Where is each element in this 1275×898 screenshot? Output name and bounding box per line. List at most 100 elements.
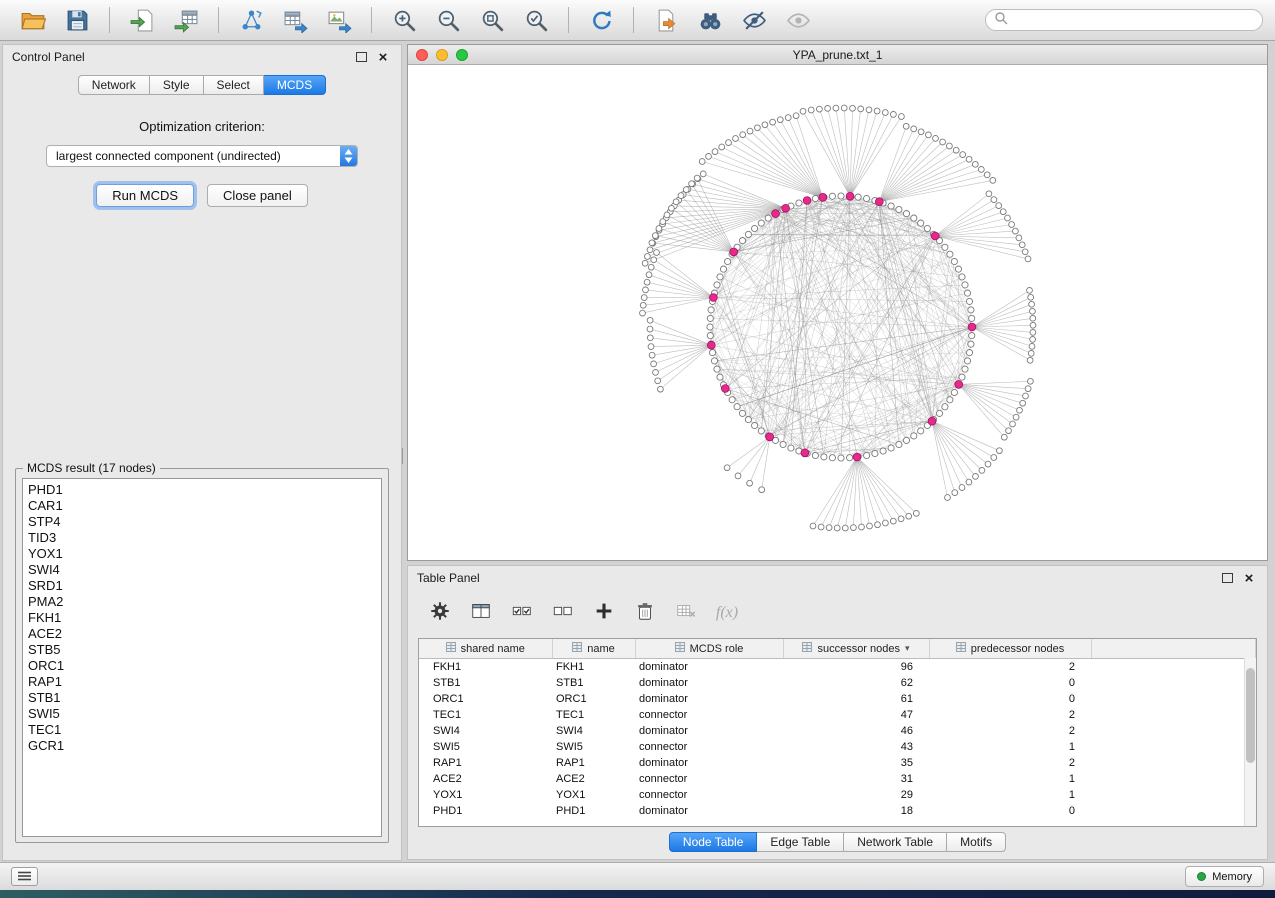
search-input[interactable] [1013,12,1254,28]
unchecked-boxes-icon [552,600,574,625]
table-header-row: shared namenameMCDS rolesuccessor nodes▾… [419,639,1256,659]
table-panel-tabs: Node TableEdge TableNetwork TableMotifs [408,832,1267,852]
export-image-button[interactable] [318,3,360,37]
node-table: shared namenameMCDS rolesuccessor nodes▾… [418,638,1257,827]
mcds-result-item[interactable]: GCR1 [23,738,381,754]
add-column-button[interactable] [590,599,618,627]
control-tab-network[interactable]: Network [78,75,150,95]
float-window-icon [356,52,367,62]
mcds-result-item[interactable]: RAP1 [23,674,381,690]
show-all-button[interactable] [777,3,819,37]
refresh-layout-button[interactable] [580,3,622,37]
table-tab-network-table[interactable]: Network Table [844,832,947,852]
delete-column-button[interactable] [631,599,659,627]
show-columns-button[interactable] [467,599,495,627]
zoom-in-button[interactable] [383,3,425,37]
select-all-button[interactable] [508,599,536,627]
zoom-fit-button[interactable] [471,3,513,37]
close-table-panel-button[interactable]: × [1240,570,1258,586]
criterion-dropdown[interactable]: largest connected component (undirected) [46,145,358,167]
criterion-dropdown-value: largest connected component (undirected) [47,149,340,163]
find-button[interactable] [689,3,731,37]
zoom-selected-button[interactable] [515,3,557,37]
mcds-result-item[interactable]: YOX1 [23,546,381,562]
mcds-result-item[interactable]: CAR1 [23,498,381,514]
checked-boxes-icon [511,600,533,625]
mcds-result-list[interactable]: PHD1CAR1STP4TID3YOX1SWI4SRD1PMA2FKH1ACE2… [22,478,382,837]
table-tab-node-table[interactable]: Node Table [669,832,758,852]
table-tab-motifs[interactable]: Motifs [947,832,1006,852]
table-scrollbar[interactable] [1244,658,1256,826]
node-table-row[interactable]: YOX1YOX1connector291 [419,787,1256,803]
search-box[interactable] [985,9,1263,31]
save-floppy-icon [65,8,90,33]
float-table-panel-button[interactable] [1218,570,1236,586]
mcds-result-item[interactable]: TID3 [23,530,381,546]
export-table-button[interactable] [274,3,316,37]
mcds-result-item[interactable]: SRD1 [23,578,381,594]
mcds-result-item[interactable]: STB1 [23,690,381,706]
open-session-button[interactable] [12,3,54,37]
save-session-button[interactable] [56,3,98,37]
node-table-row[interactable]: ORC1ORC1dominator610 [419,691,1256,707]
export-network-button[interactable] [645,3,687,37]
network-window-title: YPA_prune.txt_1 [408,48,1267,62]
node-table-row[interactable]: ACE2ACE2connector311 [419,771,1256,787]
mcds-result-item[interactable]: PMA2 [23,594,381,610]
control-tab-select[interactable]: Select [204,75,264,95]
eye-slash-icon [742,8,767,33]
mcds-result-item[interactable]: PHD1 [23,482,381,498]
function-builder-button[interactable]: f(x) [713,599,741,627]
mcds-result-item[interactable]: TEC1 [23,722,381,738]
control-tab-style[interactable]: Style [150,75,204,95]
fx-icon: f(x) [716,604,738,622]
memory-status-icon [1197,872,1206,881]
table-settings-button[interactable] [426,599,454,627]
node-table-row[interactable]: SWI5SWI5connector431 [419,739,1256,755]
mcds-result-item[interactable]: SWI5 [23,706,381,722]
zoom-fit-icon [480,8,505,33]
node-table-row[interactable]: PHD1PHD1dominator180 [419,803,1256,819]
new-network-button[interactable] [230,3,272,37]
import-network-button[interactable] [121,3,163,37]
memory-button[interactable]: Memory [1185,866,1264,887]
gear-icon [429,600,451,625]
close-mcds-panel-button[interactable]: Close panel [207,184,308,207]
table-tab-edge-table[interactable]: Edge Table [757,832,844,852]
mcds-result-item[interactable]: FKH1 [23,610,381,626]
column-header-successor-nodes[interactable]: successor nodes▾ [783,639,929,659]
node-table-row[interactable]: FKH1FKH1dominator962 [419,659,1256,676]
eye-icon [786,8,811,33]
control-panel-header: Control Panel × [3,45,401,69]
mcds-result-item[interactable]: STB5 [23,642,381,658]
binoculars-icon [698,8,723,33]
network-canvas[interactable] [408,65,1267,561]
mcds-result-item[interactable]: SWI4 [23,562,381,578]
node-table-row[interactable]: TEC1TEC1connector472 [419,707,1256,723]
mcds-result-item[interactable]: ORC1 [23,658,381,674]
column-header-MCDS-role[interactable]: MCDS role [635,639,783,659]
node-table-row[interactable]: SWI4SWI4dominator462 [419,723,1256,739]
column-header-name[interactable]: name [552,639,635,659]
close-panel-button[interactable]: × [374,49,392,65]
network-window-titlebar[interactable]: YPA_prune.txt_1 [408,45,1267,65]
control-panel-tabs: NetworkStyleSelectMCDS [3,75,401,95]
import-table-button[interactable] [165,3,207,37]
node-table-row[interactable]: RAP1RAP1dominator352 [419,755,1256,771]
column-header-shared-name[interactable]: shared name [419,639,552,659]
toolbar-separator [371,7,372,33]
status-menu-button[interactable] [11,867,38,886]
deselect-all-button[interactable] [549,599,577,627]
float-panel-button[interactable] [352,49,370,65]
import-network-icon [130,8,155,33]
column-header-predecessor-nodes[interactable]: predecessor nodes [929,639,1091,659]
clear-table-button[interactable] [672,599,700,627]
scrollbar-thumb[interactable] [1246,668,1255,763]
control-tab-mcds[interactable]: MCDS [264,75,326,95]
run-mcds-button[interactable]: Run MCDS [96,184,194,207]
mcds-result-item[interactable]: STP4 [23,514,381,530]
zoom-out-button[interactable] [427,3,469,37]
node-table-row[interactable]: STB1STB1dominator620 [419,675,1256,691]
hide-selected-button[interactable] [733,3,775,37]
mcds-result-item[interactable]: ACE2 [23,626,381,642]
